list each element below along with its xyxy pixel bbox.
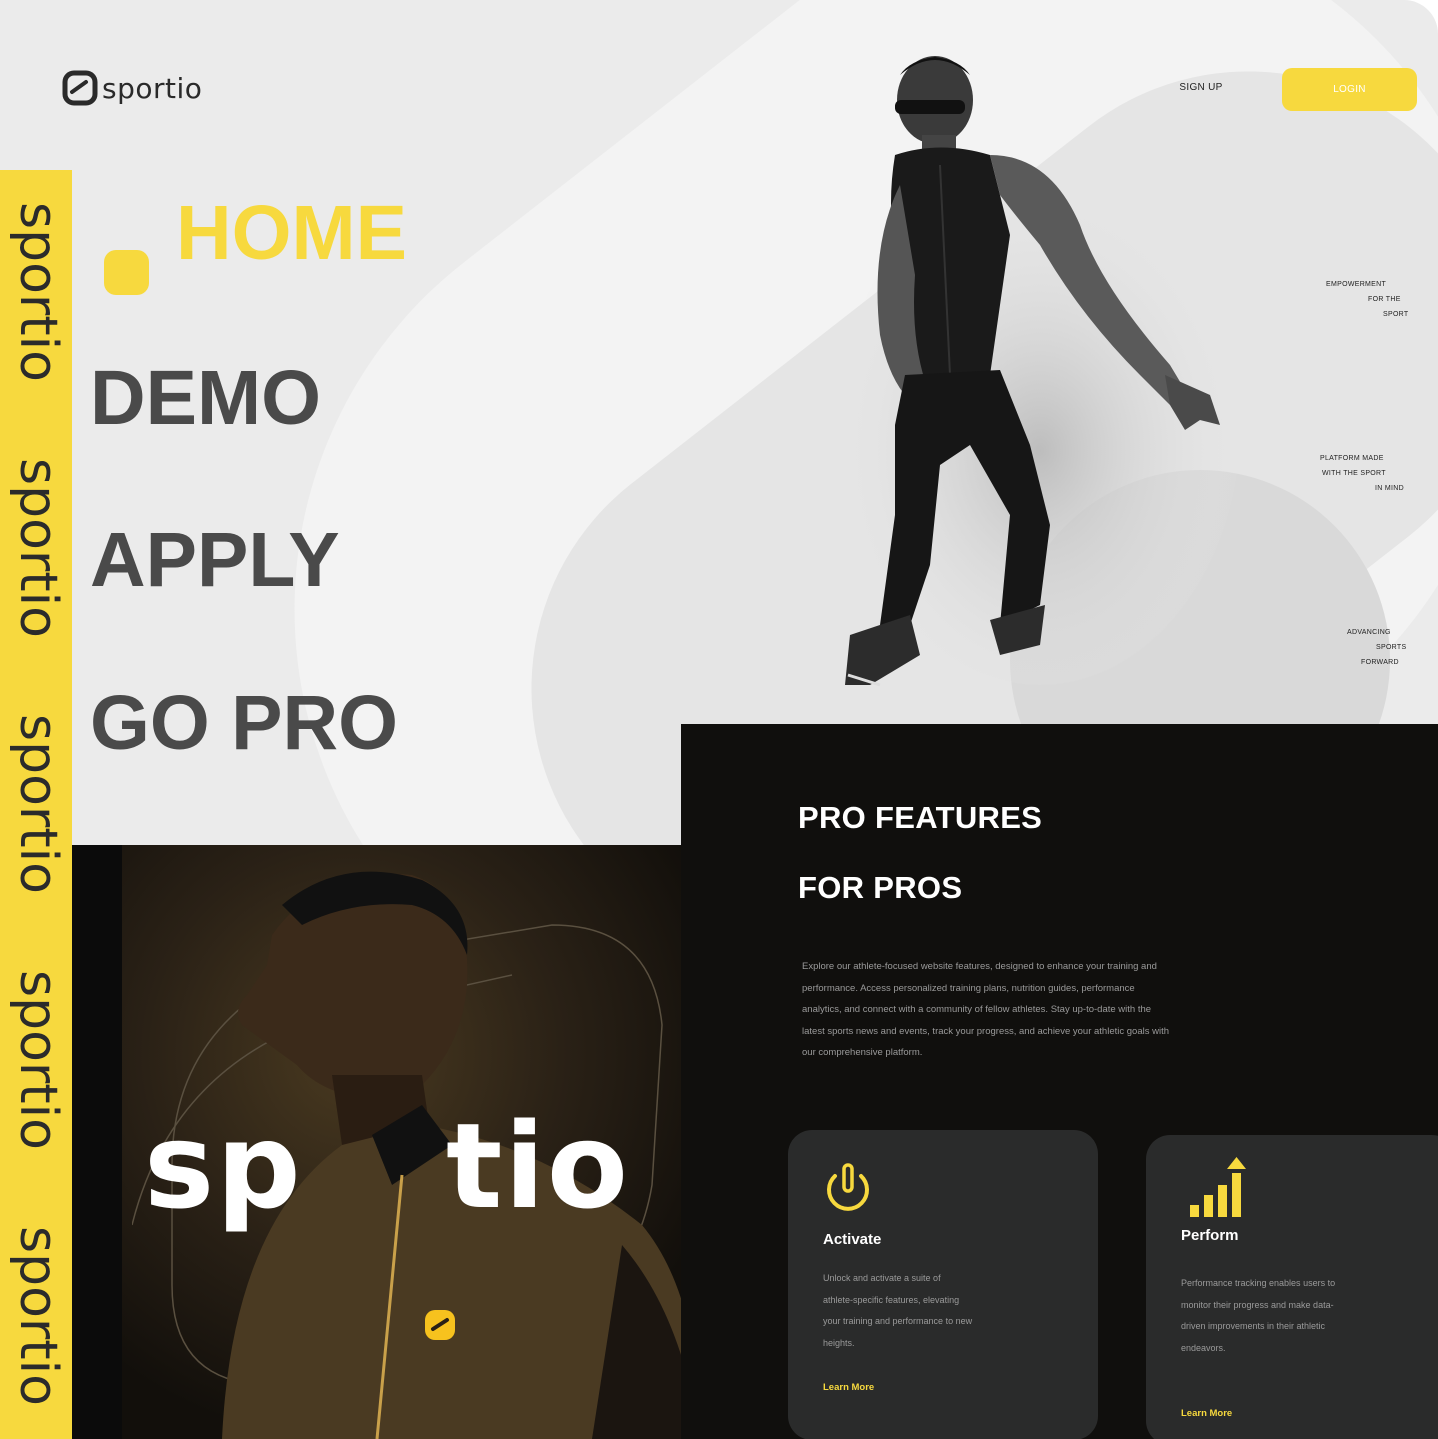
nav-item-demo[interactable]: DEMO bbox=[90, 360, 321, 437]
power-icon bbox=[827, 1163, 869, 1211]
nav-item-home[interactable]: HOME bbox=[176, 195, 407, 272]
feature-card-text: Unlock and activate a suite of athlete-s… bbox=[823, 1273, 973, 1348]
tagline-line: FOR THE bbox=[1368, 296, 1401, 303]
features-description: Explore our athlete-focused website feat… bbox=[802, 961, 1169, 1058]
feature-card-title: Activate bbox=[823, 1231, 882, 1248]
active-nav-indicator bbox=[104, 250, 149, 295]
strip-brand-word: sportio bbox=[8, 1226, 68, 1406]
athlete-photo bbox=[840, 56, 1240, 687]
nav-item-apply[interactable]: APPLY bbox=[90, 522, 340, 599]
tagline-line: PLATFORM MADE bbox=[1320, 455, 1384, 462]
brand-text-end: tio bbox=[445, 1097, 630, 1235]
feature-card-activate: Activate Unlock and activate a suite of … bbox=[788, 1130, 1098, 1439]
learn-more-link[interactable]: Learn More bbox=[1181, 1408, 1232, 1419]
features-title-line-1: PRO FEATURES bbox=[798, 800, 1043, 835]
hero-tagline-1: EMPOWERMENT FOR THE SPORT bbox=[1320, 277, 1410, 322]
portrait-panel: sportio bbox=[72, 845, 700, 1439]
brand-text-start: sp bbox=[144, 1097, 303, 1235]
features-panel: PRO FEATURES FOR PROS Explore our athlet… bbox=[681, 724, 1438, 1439]
feature-card-perform: Perform Performance tracking enables use… bbox=[1146, 1135, 1438, 1439]
jacket-logo-icon bbox=[425, 1310, 455, 1340]
tagline-line: WITH THE SPORT bbox=[1322, 470, 1386, 477]
page-canvas: sportio SIGN UP LOGIN HOME DEMO APPLY GO… bbox=[0, 0, 1438, 1439]
strip-brand-word: sportio bbox=[8, 458, 68, 638]
tagline-line: ADVANCING bbox=[1347, 629, 1391, 636]
tagline-line: FORWARD bbox=[1361, 659, 1399, 666]
portrait-brand-text: sportio bbox=[144, 1107, 630, 1225]
strip-brand-word: sportio bbox=[8, 970, 68, 1150]
nav-item-go-pro[interactable]: GO PRO bbox=[90, 685, 398, 762]
learn-more-link[interactable]: Learn More bbox=[823, 1382, 874, 1393]
strip-brand-word: sportio bbox=[8, 714, 68, 894]
brand-logo[interactable]: sportio bbox=[62, 70, 202, 106]
strip-brand-word: sportio bbox=[8, 202, 68, 382]
brand-strip: sportio sportio sportio sportio sportio bbox=[0, 170, 72, 1439]
hero-tagline-3: ADVANCING SPORTS FORWARD bbox=[1342, 625, 1412, 670]
bar-chart-up-icon bbox=[1190, 1157, 1246, 1217]
tagline-line: EMPOWERMENT bbox=[1326, 281, 1387, 288]
features-title-line-2: FOR PROS bbox=[798, 870, 963, 905]
tagline-line: SPORT bbox=[1383, 311, 1409, 318]
feature-card-text: Performance tracking enables users to mo… bbox=[1181, 1278, 1336, 1353]
feature-card-title: Perform bbox=[1181, 1227, 1239, 1244]
tagline-line: SPORTS bbox=[1376, 644, 1407, 651]
login-button[interactable]: LOGIN bbox=[1282, 68, 1417, 111]
tagline-line: IN MIND bbox=[1375, 485, 1404, 492]
portrait-card: sportio bbox=[122, 845, 700, 1439]
hero-tagline-2: PLATFORM MADE WITH THE SPORT IN MIND bbox=[1316, 451, 1408, 496]
sportio-logo-icon bbox=[62, 70, 98, 106]
hero-panel: sportio SIGN UP LOGIN HOME DEMO APPLY GO… bbox=[0, 0, 1438, 845]
brand-logo-text: sportio bbox=[102, 71, 203, 105]
